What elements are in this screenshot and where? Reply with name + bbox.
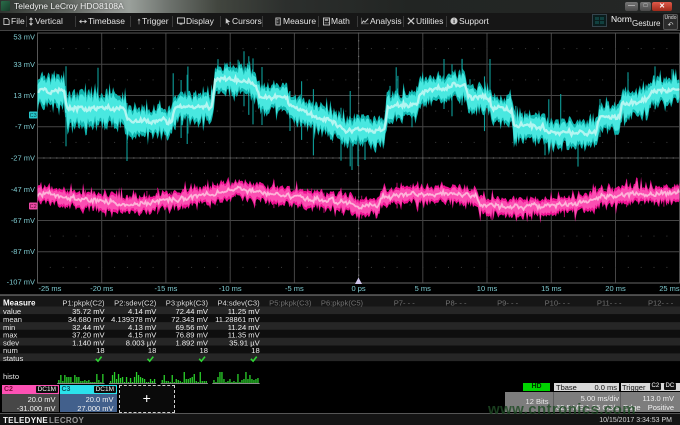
svg-text:P2:sdev(C2): P2:sdev(C2) [114, 298, 157, 307]
svg-text:-15 ms: -15 ms [154, 284, 177, 293]
svg-text:P7- - -: P7- - - [394, 298, 416, 307]
svg-text:-20 ms: -20 ms [90, 284, 113, 293]
svg-text:15 ms: 15 ms [541, 284, 562, 293]
svg-text:sdev: sdev [3, 338, 19, 347]
svg-text:P12- - -: P12- - - [648, 298, 674, 307]
svg-text:72.343 mV: 72.343 mV [171, 315, 209, 324]
svg-text:max: max [3, 331, 18, 340]
svg-text:num: num [3, 346, 18, 355]
svg-text:-7 mV: -7 mV [15, 122, 35, 131]
svg-text:-27 mV: -27 mV [11, 153, 35, 162]
svg-text:4.14 mV: 4.14 mV [128, 307, 157, 316]
svg-text:P4:sdev(C3): P4:sdev(C3) [217, 298, 260, 307]
svg-text:25 ms: 25 ms [659, 284, 680, 293]
svg-text:11.24 mV: 11.24 mV [228, 323, 261, 332]
svg-text:4.139378 mV: 4.139378 mV [111, 315, 157, 324]
svg-text:-5 ms: -5 ms [285, 284, 304, 293]
svg-text:11.28861 mV: 11.28861 mV [215, 315, 261, 324]
svg-text:18: 18 [96, 346, 104, 355]
svg-text:20 ms: 20 ms [605, 284, 626, 293]
svg-text:5 ms: 5 ms [415, 284, 432, 293]
svg-text:P9- - -: P9- - - [497, 298, 519, 307]
svg-text:1.892 mV: 1.892 mV [175, 338, 208, 347]
svg-text:histo: histo [3, 372, 19, 381]
svg-text:10 ms: 10 ms [477, 284, 498, 293]
svg-text:34.680 mV: 34.680 mV [68, 315, 106, 324]
svg-text:-10 ms: -10 ms [219, 284, 242, 293]
svg-text:33 mV: 33 mV [13, 60, 35, 69]
svg-text:C2: C2 [30, 204, 37, 210]
svg-text:status: status [3, 354, 23, 363]
svg-text:18: 18 [200, 346, 208, 355]
svg-text:53 mV: 53 mV [13, 32, 35, 41]
svg-text:4.15 mV: 4.15 mV [128, 331, 157, 340]
svg-text:35.91 µV: 35.91 µV [229, 338, 260, 347]
svg-text:4.13 mV: 4.13 mV [128, 323, 157, 332]
svg-text:value: value [3, 307, 21, 316]
svg-text:min: min [3, 323, 15, 332]
svg-text:-87 mV: -87 mV [11, 247, 35, 256]
svg-text:13 mV: 13 mV [13, 91, 35, 100]
svg-text:11.25 mV: 11.25 mV [228, 307, 261, 316]
svg-text:0 ps: 0 ps [352, 284, 366, 293]
svg-text:32.44 mV: 32.44 mV [72, 323, 105, 332]
svg-text:P6:pkpk(C5): P6:pkpk(C5) [321, 298, 364, 307]
svg-text:P10- - -: P10- - - [545, 298, 571, 307]
svg-text:8.003 µV: 8.003 µV [126, 338, 157, 347]
svg-text:69.56 mV: 69.56 mV [175, 323, 208, 332]
svg-text:18: 18 [251, 346, 259, 355]
svg-text:P8- - -: P8- - - [445, 298, 467, 307]
svg-text:-25 ms: -25 ms [39, 284, 62, 293]
svg-text:P1:pkpk(C2): P1:pkpk(C2) [62, 298, 105, 307]
svg-text:-47 mV: -47 mV [11, 185, 35, 194]
svg-text:11.35 mV: 11.35 mV [228, 331, 261, 340]
svg-text:-67 mV: -67 mV [11, 216, 35, 225]
svg-text:Measure: Measure [3, 298, 36, 307]
svg-text:18: 18 [148, 346, 156, 355]
svg-text:P3:pkpk(C3): P3:pkpk(C3) [166, 298, 209, 307]
svg-text:P11- - -: P11- - - [597, 298, 622, 307]
svg-text:mean: mean [3, 315, 22, 324]
svg-text:37.20 mV: 37.20 mV [72, 331, 105, 340]
svg-text:1.140 mV: 1.140 mV [72, 338, 105, 347]
svg-text:C3: C3 [30, 113, 37, 119]
svg-text:35.72 mV: 35.72 mV [72, 307, 105, 316]
svg-text:76.89 mV: 76.89 mV [175, 331, 208, 340]
svg-text:P5:pkpk(C3): P5:pkpk(C3) [269, 298, 312, 307]
svg-text:-107 mV: -107 mV [7, 277, 35, 286]
svg-text:72.44 mV: 72.44 mV [175, 307, 208, 316]
